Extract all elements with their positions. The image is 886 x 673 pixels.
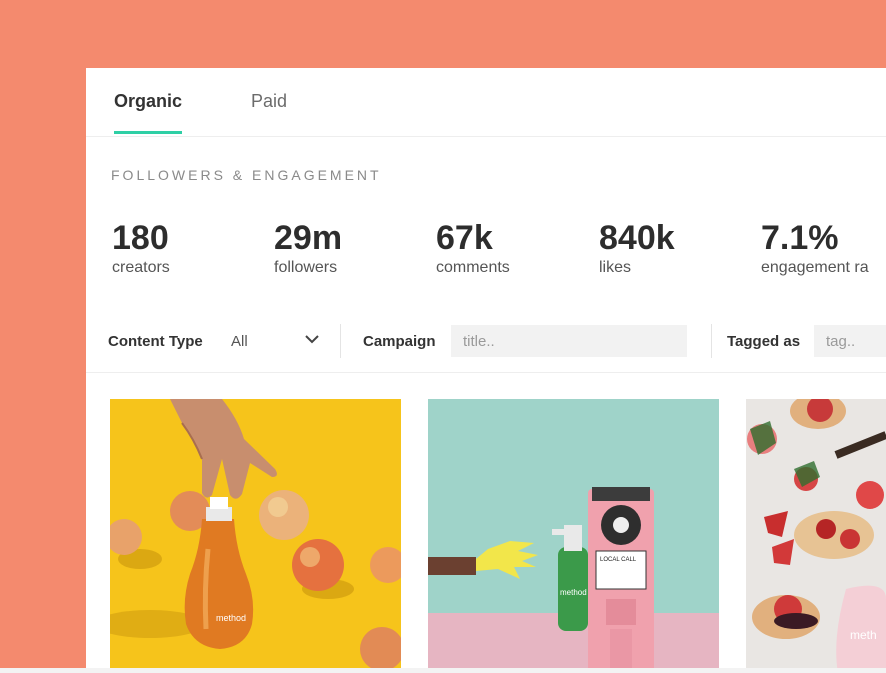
active-tab-indicator	[114, 131, 182, 134]
strawberries-illustration: meth	[746, 399, 886, 673]
stat-engagement-rate: 7.1% engagement ra	[761, 218, 869, 278]
stat-label: creators	[112, 259, 170, 276]
phone-sign-text: LOCAL CALL	[600, 557, 637, 563]
stat-label: comments	[436, 259, 510, 276]
divider	[711, 324, 712, 358]
tab-organic[interactable]: Organic	[114, 91, 182, 112]
content-type-label: Content Type	[108, 333, 203, 350]
divider	[340, 324, 341, 358]
bottle-label-text: method	[560, 588, 587, 597]
stat-label: followers	[274, 259, 338, 276]
stat-value: 7.1%	[761, 219, 839, 257]
tagged-as-label: Tagged as	[727, 333, 801, 350]
campaign-label: Campaign	[363, 333, 436, 350]
analytics-panel: Organic Paid FOLLOWERS & ENGAGEMENT 180 …	[86, 68, 886, 673]
stat-label: likes	[599, 259, 632, 276]
payphone-illustration: method LOCAL CALL	[428, 399, 719, 673]
stat-comments: 67k comments	[436, 218, 510, 278]
tagged-as-input[interactable]	[814, 325, 886, 357]
bottle-label-text: meth	[850, 628, 877, 642]
content-image-soap-apples[interactable]: method	[110, 399, 401, 673]
soap-apples-illustration: method	[110, 399, 401, 673]
section-title: FOLLOWERS & ENGAGEMENT	[111, 167, 382, 183]
stat-likes: 840k likes	[599, 218, 675, 278]
tab-bar: Organic Paid	[86, 68, 886, 137]
chevron-down-icon	[305, 335, 319, 344]
content-image-strawberries[interactable]: meth	[746, 399, 886, 673]
bottom-strip	[0, 668, 886, 673]
content-type-value: All	[231, 333, 248, 350]
campaign-input[interactable]	[451, 325, 687, 357]
stat-value: 67k	[436, 219, 493, 257]
stat-creators: 180 creators	[112, 218, 170, 278]
stat-value: 840k	[599, 219, 675, 257]
content-image-payphone[interactable]: method LOCAL CALL	[428, 399, 719, 673]
content-type-select[interactable]: All	[231, 326, 326, 356]
tab-paid[interactable]: Paid	[251, 91, 287, 112]
stat-value: 180	[112, 219, 169, 257]
filter-bar: Content Type All Campaign Tagged as	[86, 308, 886, 373]
stat-followers: 29m followers	[274, 218, 342, 278]
stat-label: engagement ra	[761, 259, 869, 276]
bottle-label-text: method	[216, 613, 246, 623]
stat-value: 29m	[274, 219, 343, 257]
